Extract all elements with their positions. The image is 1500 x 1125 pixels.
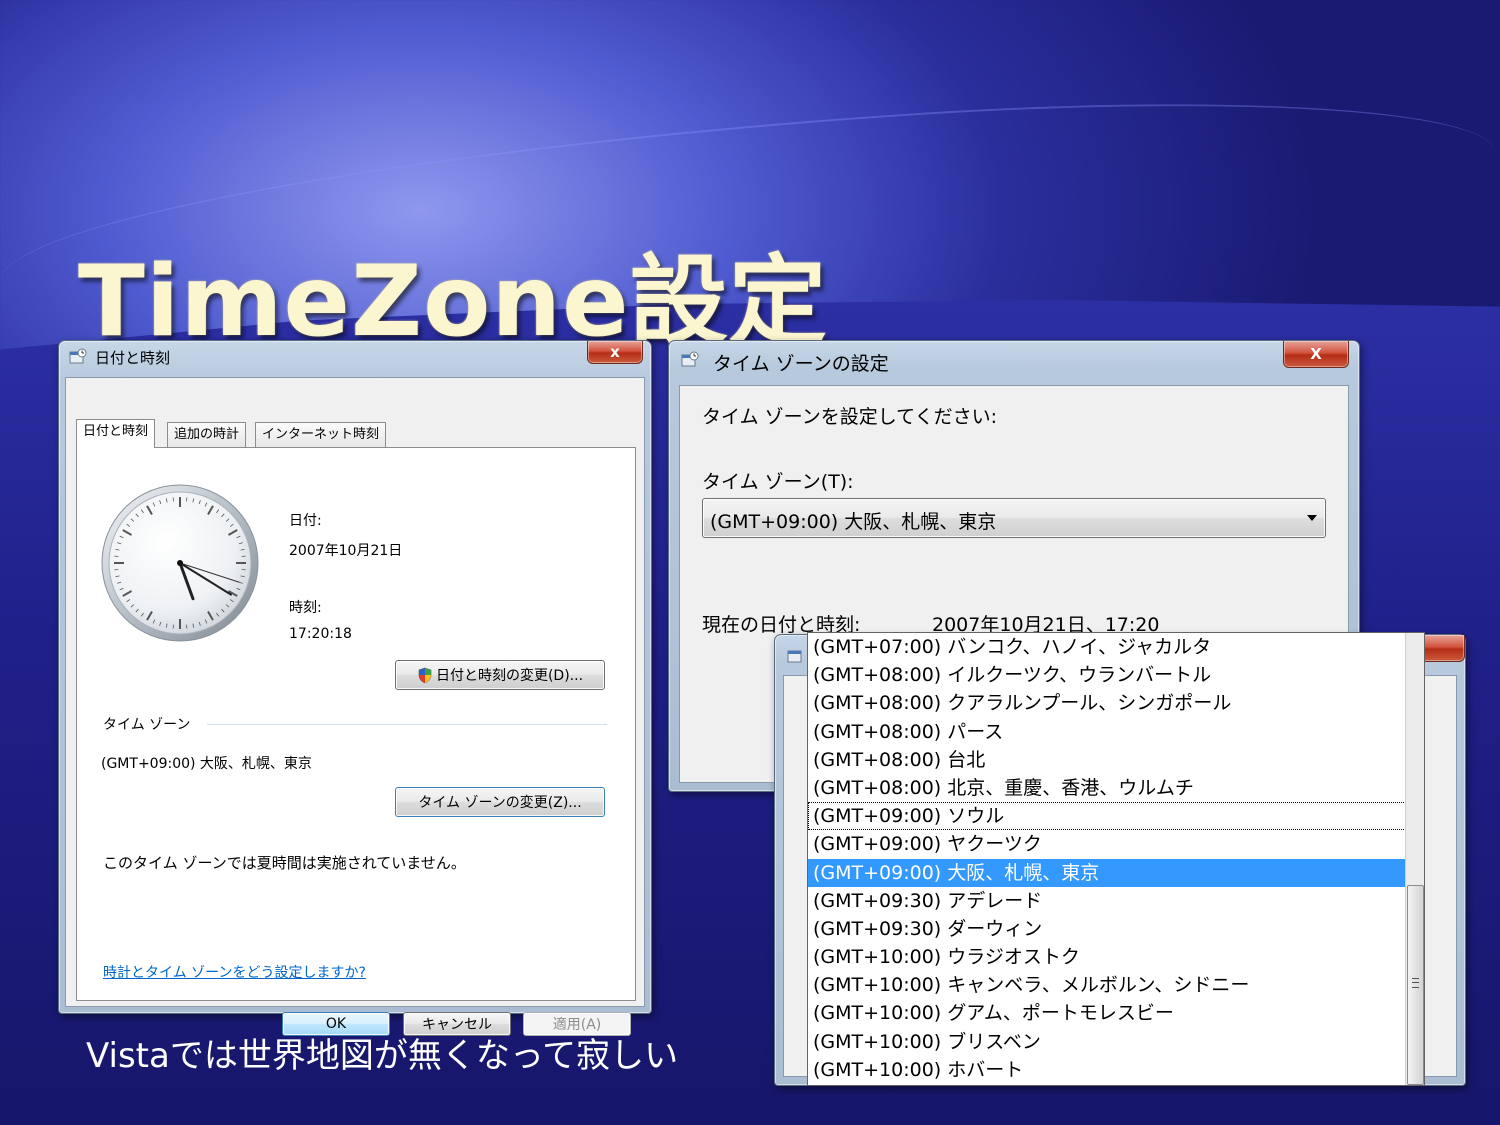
date-time-client-area: 日付と時刻 追加の時計 インターネット時刻 日付: 2007年10月21日 時刻… [65,377,645,1036]
clock-center-pin [177,560,183,566]
timezone-option[interactable]: (GMT+10:00) ウラジオストク [808,943,1424,971]
uac-shield-icon [418,667,432,683]
date-time-close-button[interactable]: x [587,341,643,364]
timezone-option[interactable]: (GMT+10:00) ホバート [808,1056,1424,1084]
change-timezone-label: タイム ゾーンの変更(Z)... [418,795,582,811]
change-date-time-button[interactable]: 日付と時刻の変更(D)... [395,660,605,690]
timezone-option[interactable]: (GMT+10:00) キャンベラ、メルボルン、シドニー [808,971,1424,999]
date-value: 2007年10月21日 [289,543,403,559]
timezone-option[interactable]: (GMT+07:00) バンコク、ハノイ、ジャカルタ [808,633,1424,661]
tab-internet-time[interactable]: インターネット時刻 [255,422,387,447]
timezone-option-selected[interactable]: (GMT+09:00) 大阪、札幌、東京 [808,858,1424,887]
timezone-option[interactable]: (GMT+08:00) 台北 [808,746,1424,774]
timezone-group-label: タイム ゾーン [103,717,191,733]
timezone-option[interactable]: (GMT+10:00) グアム、ポートモレスビー [808,999,1424,1027]
scrollbar-thumb[interactable] [1407,885,1424,1085]
timezone-option[interactable]: (GMT+08:00) 北京、重慶、香港、ウルムチ [808,774,1424,802]
timezone-app-icon [681,351,699,367]
close-icon: X [1310,345,1322,363]
change-timezone-button[interactable]: タイム ゾーンの変更(Z)... [395,787,605,817]
date-label: 日付: [289,513,322,529]
change-date-time-label: 日付と時刻の変更(D)... [435,668,584,684]
timezone-option[interactable]: (GMT+09:00) ソウル [808,802,1424,831]
time-label: 時刻: [289,600,322,616]
dropdown-scrollbar[interactable] [1405,633,1424,1085]
chevron-down-icon [1307,515,1317,521]
timezone-option[interactable]: (GMT+08:00) パース [808,718,1424,746]
close-icon: x [610,343,620,361]
date-time-app-icon [69,348,87,364]
tab-date-and-time[interactable]: 日付と時刻 [76,419,156,448]
dst-note: このタイム ゾーンでは夏時間は実施されていません。 [103,854,466,872]
date-time-tab-panel: 日付: 2007年10月21日 時刻: 17:20:18 日付と時刻の変更(D)… [76,447,636,1001]
grip-icon [1412,978,1419,988]
timezone-select-value: (GMT+09:00) 大阪、札幌、東京 [710,511,997,533]
timezone-option[interactable]: (GMT+09:00) ヤクーツク [808,830,1424,858]
timezone-options: (GMT+07:00) バンコク、ハノイ、ジャカルタ (GMT+08:00) イル… [808,633,1424,1084]
timezone-option[interactable]: (GMT+10:00) ブリスベン [808,1028,1424,1056]
tab-additional-clocks[interactable]: 追加の時計 [167,422,247,447]
date-time-titlebar[interactable]: 日付と時刻 x [59,341,651,373]
timezone-option[interactable]: (GMT+08:00) クアラルンプール、シンガポール [808,689,1424,717]
date-time-title: 日付と時刻 [95,349,171,367]
timezone-option[interactable]: (GMT+09:30) アデレード [808,887,1424,915]
timezone-titlebar[interactable]: タイム ゾーンの設定 X [669,341,1359,375]
time-value: 17:20:18 [289,626,352,642]
current-timezone-value: (GMT+09:00) 大阪、札幌、東京 [101,756,312,772]
timezone-option[interactable]: (GMT+09:30) ダーウィン [808,915,1424,943]
date-time-dialog: 日付と時刻 x 日付と時刻 追加の時計 インターネット時刻 日付: 2007年1… [58,340,652,1036]
timezone-dialog-title: タイム ゾーンの設定 [713,353,889,375]
analog-clock [101,484,259,642]
timezone-instruction: タイム ゾーンを設定してください: [702,406,997,428]
timezone-dropdown-list[interactable]: (GMT+07:00) バンコク、ハノイ、ジャカルタ (GMT+08:00) イル… [807,632,1425,1086]
window-app-icon [787,650,802,663]
timezone-help-link[interactable]: 時計とタイム ゾーンをどう設定しますか? [103,962,366,982]
timezone-group-divider [207,724,607,725]
timezone-select[interactable]: (GMT+09:00) 大阪、札幌、東京 [702,498,1326,538]
timezone-option[interactable]: (GMT+08:00) イルクーツク、ウランバートル [808,661,1424,689]
timezone-close-button[interactable]: X [1283,341,1349,368]
timezone-field-label: タイム ゾーン(T): [702,471,854,493]
slide-caption: Vistaでは世界地図が無くなって寂しい [86,1036,679,1076]
